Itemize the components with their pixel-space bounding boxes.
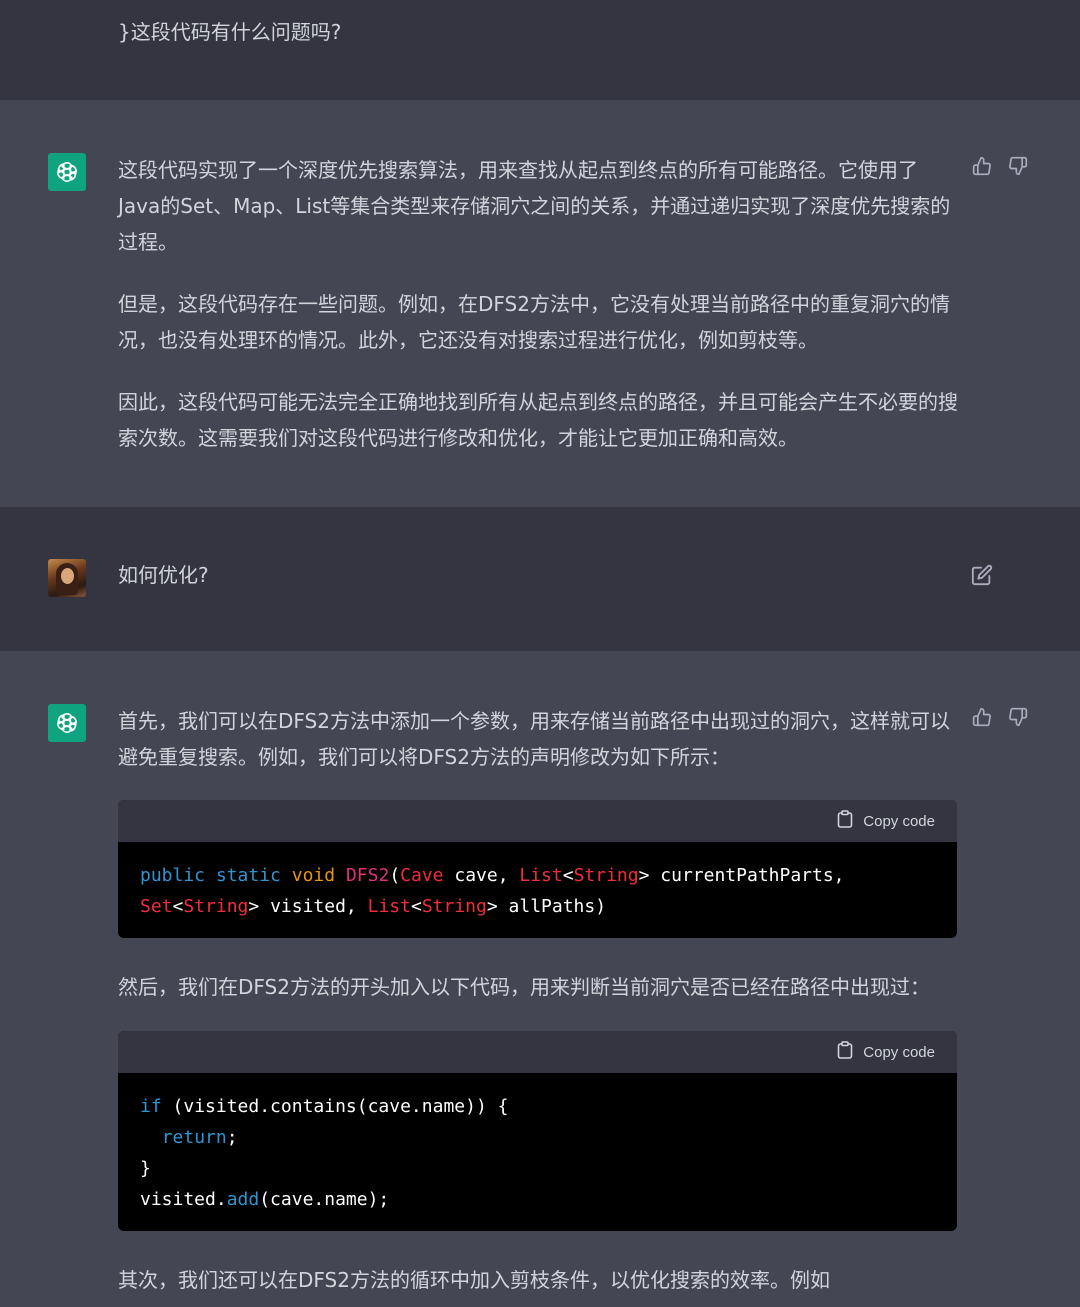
openai-logo-icon [48,704,86,742]
paragraph: 因此，这段代码可能无法完全正确地找到所有从起点到终点的路径，并且可能会产生不必要… [118,390,958,450]
copy-code-label: Copy code [863,1043,935,1061]
code-block: Copy code public static void DFS2(Cave c… [118,800,957,938]
assistant-message-2: 首先，我们可以在DFS2方法中添加一个参数，用来存储当前路径中出现过的洞穴，这样… [0,651,1080,1307]
avatar [48,559,86,597]
assistant-message-1: 这段代码实现了一个深度优先搜索算法，用来查找从起点到终点的所有可能路径。它使用了… [0,100,1080,507]
thumbs-down-icon[interactable] [1008,156,1028,176]
paragraph: 这段代码实现了一个深度优先搜索算法，用来查找从起点到终点的所有可能路径。它使用了… [118,158,951,254]
code-block-header: Copy code [118,1031,957,1073]
user-message-2: 如何优化? [0,507,1080,651]
user-message-text: }这段代码有什么问题吗? [118,20,342,44]
code-block-header: Copy code [118,800,957,842]
feedback-buttons [972,707,1028,727]
user-message-previous: }这段代码有什么问题吗? [0,0,1080,100]
code-block: Copy code if (visited.contains(cave.name… [118,1031,957,1231]
thumbs-up-icon[interactable] [972,156,992,176]
thumbs-up-icon[interactable] [972,707,992,727]
code-content: public static void DFS2(Cave cave, List<… [140,865,845,917]
paragraph: 但是，这段代码存在一些问题。例如，在DFS2方法中，它没有处理当前路径中的重复洞… [118,292,950,352]
middle-paragraph: 然后，我们在DFS2方法的开头加入以下代码，用来判断当前洞穴是否已经在路径中出现… [118,975,930,999]
thumbs-down-icon[interactable] [1008,707,1028,727]
user-message-text: 如何优化? [118,563,209,587]
copy-code-button[interactable]: Copy code [837,810,935,832]
copy-code-label: Copy code [863,812,935,830]
edit-icon[interactable] [971,564,993,590]
clipboard-icon [837,810,853,832]
code-content: if (visited.contains(cave.name)) { retur… [140,1096,509,1210]
clipboard-icon [837,1041,853,1063]
assistant-message-text: 这段代码实现了一个深度优先搜索算法，用来查找从起点到终点的所有可能路径。它使用了… [118,152,958,482]
openai-logo-icon [48,153,86,191]
outro-paragraph: 其次，我们还可以在DFS2方法的循环中加入剪枝条件，以优化搜索的效率。例如 [118,1268,830,1292]
intro-paragraph: 首先，我们可以在DFS2方法中添加一个参数，用来存储当前路径中出现过的洞穴，这样… [118,709,950,769]
copy-code-button[interactable]: Copy code [837,1041,935,1063]
feedback-buttons [972,156,1028,176]
